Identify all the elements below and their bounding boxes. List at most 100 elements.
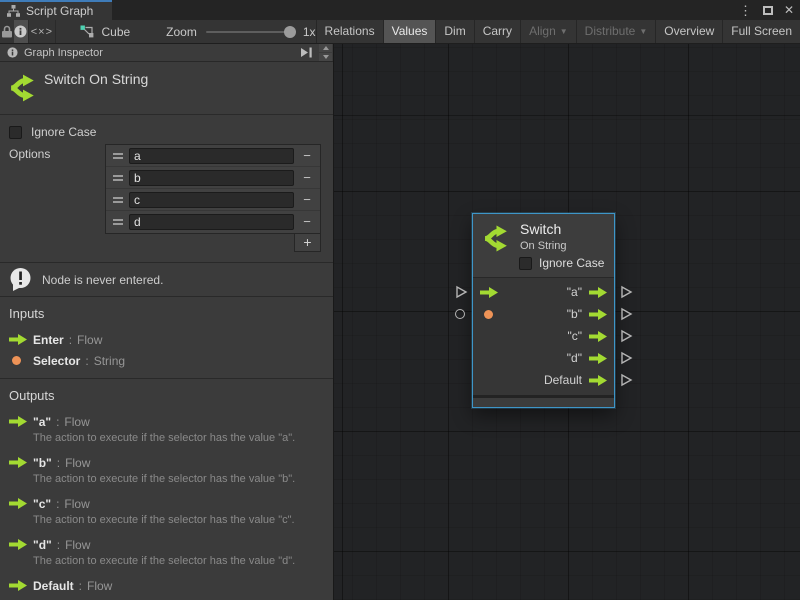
script-graph-asset-icon	[80, 25, 95, 38]
output-port-row: "b" : Flow	[0, 452, 333, 473]
remove-option-button[interactable]: −	[294, 211, 320, 233]
option-input[interactable]	[129, 192, 294, 208]
warning-bubble-icon	[8, 267, 33, 292]
outputs-section: Outputs "a" : Flow The action to execute…	[0, 379, 333, 600]
flow-port-outline-icon[interactable]	[455, 286, 468, 299]
warning-banner: Node is never entered.	[0, 262, 333, 297]
option-row: −	[106, 145, 320, 167]
output-port-icon[interactable]	[589, 331, 607, 342]
output-port-icon[interactable]	[589, 353, 607, 364]
toolbar: <×> Cube Zoom 1x Relations Values Dim Ca…	[0, 20, 800, 44]
flow-port-outline-icon[interactable]	[620, 286, 633, 299]
drag-handle-icon[interactable]	[106, 219, 129, 225]
option-input[interactable]	[129, 148, 294, 164]
port-label: "a"	[567, 285, 582, 299]
lock-button[interactable]	[0, 20, 14, 43]
dock-panel-icon[interactable]	[300, 47, 313, 58]
port-name: "b"	[33, 456, 52, 470]
kebab-menu-icon[interactable]: ⋮	[739, 4, 752, 17]
remove-option-button[interactable]: −	[294, 167, 320, 189]
option-input[interactable]	[129, 170, 294, 186]
remove-option-button[interactable]: −	[294, 189, 320, 211]
zoom-slider-handle[interactable]	[284, 26, 296, 38]
node-header[interactable]: Switch On String Ignore Case	[473, 214, 614, 278]
values-button[interactable]: Values	[383, 20, 436, 43]
add-option-button[interactable]: +	[294, 234, 321, 252]
triangle-up-icon	[323, 46, 329, 50]
panel-scroll-spinner	[319, 44, 332, 61]
switch-on-string-node[interactable]: Switch On String Ignore Case "a"	[472, 213, 615, 408]
options-label: Options	[0, 144, 105, 252]
lock-icon	[1, 25, 13, 38]
flow-port-outline-icon[interactable]	[620, 352, 633, 365]
port-name: "a"	[33, 415, 51, 429]
node-subtitle: On String	[520, 240, 566, 252]
scroll-up-button[interactable]	[319, 44, 332, 52]
ignore-case-row: Ignore Case	[0, 122, 333, 142]
unit-title: Switch On String	[44, 71, 148, 87]
zoom-value: 1x	[303, 25, 316, 39]
output-port-row: "d" : Flow	[0, 534, 333, 555]
option-input[interactable]	[129, 214, 294, 230]
relations-button[interactable]: Relations	[316, 20, 383, 43]
colon: :	[56, 497, 59, 511]
graph-hierarchy-icon	[7, 5, 20, 17]
zoom-slider[interactable]	[206, 31, 294, 33]
tab-title: Script Graph	[26, 4, 93, 18]
port-type: Flow	[64, 497, 89, 511]
ignore-case-checkbox[interactable]	[9, 126, 22, 139]
chevron-down-icon: ▼	[560, 27, 568, 36]
flow-port-outline-icon[interactable]	[620, 330, 633, 343]
flow-arrow-icon	[9, 539, 33, 550]
outputs-title: Outputs	[0, 388, 333, 403]
switch-icon	[8, 73, 38, 103]
port-label: Default	[544, 373, 582, 387]
carry-button[interactable]: Carry	[474, 20, 520, 43]
overview-button[interactable]: Overview	[655, 20, 722, 43]
distribute-dropdown[interactable]: Distribute▼	[576, 20, 656, 43]
output-port-row: "a" : Flow	[0, 411, 333, 432]
remove-option-button[interactable]: −	[294, 145, 320, 167]
ignore-case-label: Ignore Case	[31, 125, 96, 139]
graph-canvas[interactable]: Switch On String Ignore Case "a"	[334, 44, 800, 600]
flow-arrow-icon	[9, 498, 33, 509]
colon: :	[57, 456, 60, 470]
align-dropdown[interactable]: Align▼	[520, 20, 576, 43]
port-description: The action to execute if the selector ha…	[0, 555, 333, 567]
dim-button[interactable]: Dim	[435, 20, 473, 43]
node-port-row: "b"	[473, 303, 614, 325]
value-port-outline-icon[interactable]	[455, 309, 465, 319]
flow-port-outline-icon[interactable]	[620, 374, 633, 387]
colon: :	[57, 538, 60, 552]
selector-port-icon[interactable]	[484, 310, 493, 319]
node-port-row: "a"	[473, 281, 614, 303]
colon: :	[85, 354, 88, 368]
flow-arrow-icon	[9, 416, 33, 427]
info-icon	[7, 47, 18, 58]
node-title: Switch	[520, 221, 561, 237]
window-controls: ⋮ ✕	[739, 0, 794, 20]
close-icon[interactable]: ✕	[784, 4, 794, 16]
output-port-row: Default : Flow	[0, 575, 333, 596]
tab-script-graph[interactable]: Script Graph	[0, 0, 112, 20]
maximize-icon[interactable]	[763, 6, 773, 15]
output-port-icon[interactable]	[589, 287, 607, 298]
ignore-case-checkbox[interactable]	[519, 257, 532, 270]
code-preview-button[interactable]: <×>	[28, 20, 56, 43]
port-label: "d"	[567, 351, 582, 365]
inspector-toggle-button[interactable]	[14, 20, 28, 43]
colon: :	[79, 579, 82, 593]
unit-controls: Ignore Case Options − −	[0, 115, 333, 297]
option-row: −	[106, 189, 320, 211]
graph-owner-selector[interactable]: Cube	[70, 20, 140, 43]
enter-port-icon[interactable]	[480, 287, 498, 298]
flow-port-outline-icon[interactable]	[620, 308, 633, 321]
triangle-down-icon	[323, 55, 329, 59]
full-screen-button[interactable]: Full Screen	[722, 20, 800, 43]
scroll-down-button[interactable]	[319, 53, 332, 61]
output-port-icon[interactable]	[589, 309, 607, 320]
drag-handle-icon[interactable]	[106, 175, 129, 181]
drag-handle-icon[interactable]	[106, 197, 129, 203]
drag-handle-icon[interactable]	[106, 153, 129, 159]
output-port-icon[interactable]	[589, 375, 607, 386]
